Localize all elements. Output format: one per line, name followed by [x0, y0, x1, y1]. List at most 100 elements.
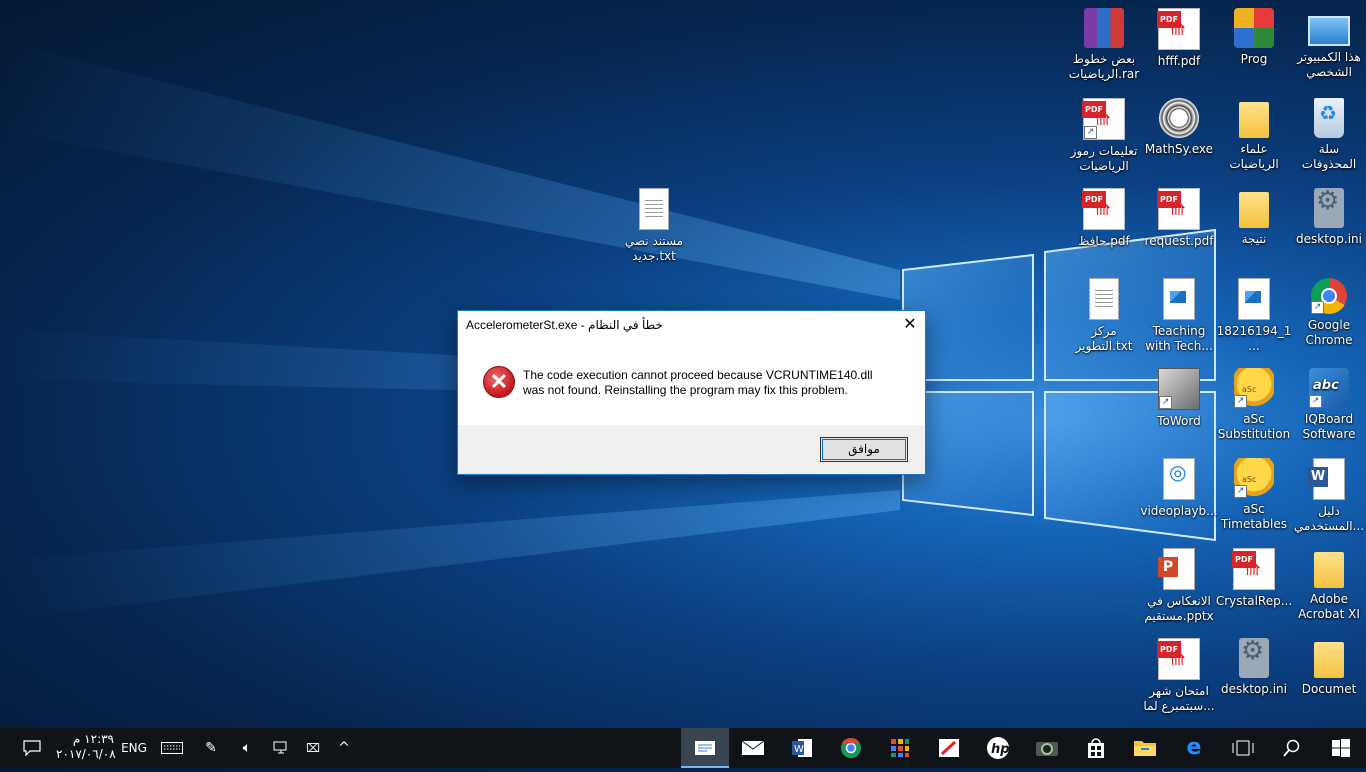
recycle-bin-icon — [1314, 98, 1344, 138]
desktop-icon-user-guide[interactable]: دليل المستخدمي... — [1290, 458, 1366, 534]
desktop-icon-desktop-ini-2[interactable]: desktop.ini — [1215, 638, 1293, 697]
chrome-icon[interactable] — [827, 728, 875, 768]
desktop-icon-label: desktop.ini — [1296, 232, 1362, 246]
image-file-icon — [1163, 278, 1195, 320]
volume-icon[interactable]: 🔈︎ — [232, 728, 262, 768]
store-icon[interactable] — [1072, 728, 1120, 768]
desktop-icon-label: Adobe Acrobat XI — [1298, 592, 1360, 621]
desktop-icon-google-chrome[interactable]: ↗ Google Chrome — [1290, 278, 1366, 348]
shortcut-arrow-icon: ↗ — [1311, 301, 1324, 314]
shortcut-arrow-icon: ↗ — [1309, 395, 1322, 408]
desktop-icon-asc-timetables[interactable]: ↗ aSc Timetables — [1215, 458, 1293, 532]
edge-icon[interactable]: e — [1170, 728, 1218, 768]
desktop-icon-label: request.pdf — [1144, 234, 1214, 248]
desktop-icon-label: hfff.pdf — [1157, 54, 1201, 68]
powerpoint-icon — [1158, 548, 1195, 590]
network-icon[interactable] — [266, 728, 296, 768]
camera-icon[interactable] — [1023, 728, 1071, 768]
desktop-icon-development-center-txt[interactable]: مركز التطوير.txt — [1065, 278, 1143, 354]
desktop-icon-label: مستند نصي جديد.txt — [624, 234, 684, 263]
notepad-icon[interactable] — [681, 728, 729, 768]
desktop-icon-new-text-document[interactable]: مستند نصي جديد.txt — [615, 188, 693, 264]
folder-icon — [1239, 192, 1269, 228]
mail-icon[interactable] — [729, 728, 777, 768]
desktop-icon-videoplayback[interactable]: videoplayb... — [1140, 458, 1218, 519]
desktop-icon-label: مركز التطوير.txt — [1075, 324, 1133, 353]
desktop-icon-label: 18216194_1... — [1216, 324, 1292, 353]
desktop-icon-label: بعض خطوط الرياضيات.rar — [1068, 52, 1140, 81]
desktop-icon-math-symbols-guide[interactable]: ↗ تعليمات رموز الرياضيات — [1065, 98, 1143, 174]
desktop-icon-label: Teaching with Tech... — [1145, 324, 1213, 353]
pdf-icon: ↗ — [1082, 98, 1125, 140]
clock-date: ٢٠١٧/٠٦/٠٨ — [56, 747, 116, 761]
desktop-icon-label: CrystalRep... — [1215, 594, 1293, 608]
desktop-icon-hfff-pdf[interactable]: hfff.pdf — [1140, 8, 1218, 69]
apps-grid-icon[interactable] — [876, 728, 924, 768]
desktop-icon-math-scholars[interactable]: علماء الرياضيات — [1215, 98, 1293, 172]
text-file-icon — [639, 188, 669, 230]
pdf-icon — [1157, 188, 1200, 230]
desktop-icon-exam-september[interactable]: امتحان شهر سبتمبرع لما... — [1140, 638, 1218, 714]
desktop-icon-prog[interactable]: Prog — [1215, 8, 1293, 67]
folder-icon — [1314, 642, 1344, 678]
desktop-icon-request-pdf[interactable]: request.pdf — [1140, 188, 1218, 249]
red-app-icon[interactable] — [925, 728, 973, 768]
settings-file-icon — [1314, 188, 1344, 228]
system-error-dialog: AccelerometerSt.exe - خطأ في النظام ✕ ✕ … — [457, 310, 926, 475]
desktop-icon-reflection-pptx[interactable]: الانعكاس في مستقيم.pptx — [1140, 548, 1218, 624]
desktop-icon-label: تعليمات رموز الرياضيات — [1070, 144, 1138, 173]
desktop-icon-asc-substitution[interactable]: ↗ aSc Substitution — [1215, 368, 1293, 442]
desktop-icon-label: الانعكاس في مستقيم.pptx — [1144, 594, 1214, 623]
desktop-icon-iqboard[interactable]: ↗ IQBoard Software — [1290, 368, 1366, 442]
start-icon[interactable] — [1317, 728, 1365, 768]
action-center-icon[interactable] — [14, 728, 50, 768]
task-view-icon[interactable] — [1219, 728, 1267, 768]
clock-time: ١٢:٣٩ م — [72, 732, 114, 746]
desktop-icon-desktop-ini[interactable]: desktop.ini — [1290, 188, 1366, 247]
pen-workspace-icon[interactable]: ✎ — [196, 728, 226, 768]
desktop-icon-result[interactable]: نتيجة — [1215, 188, 1293, 247]
pdf-icon — [1232, 548, 1275, 590]
desktop-icon-teaching-with-tech[interactable]: Teaching with Tech... — [1140, 278, 1218, 354]
taskbar: ١٢:٣٩ م ٢٠١٧/٠٦/٠٨ ENG ✎ 🔈︎ ⌧ ^ W hp e — [0, 728, 1366, 768]
computer-icon — [1308, 16, 1350, 46]
desktop-icon-label: Documet — [1301, 682, 1357, 696]
file-explorer-icon[interactable] — [1121, 728, 1169, 768]
clock[interactable]: ١٢:٣٩ م ٢٠١٧/٠٦/٠٨ — [56, 732, 116, 772]
asc-bell-icon: ↗ — [1234, 458, 1274, 498]
desktop-icon-hafez-pdf[interactable]: حافظ.pdf — [1065, 188, 1143, 249]
search-icon[interactable] — [1268, 728, 1316, 768]
desktop-icon-adobe-acrobat[interactable]: Adobe Acrobat XI — [1290, 548, 1366, 622]
shortcut-arrow-icon: ↗ — [1234, 485, 1247, 498]
shortcut-arrow-icon: ↗ — [1234, 395, 1247, 408]
desktop-icon-mathsy[interactable]: MathSy.exe — [1140, 98, 1218, 157]
hp-icon[interactable]: hp — [974, 728, 1022, 768]
program-icon — [1234, 8, 1274, 48]
desktop-icon-label: videoplayb... — [1140, 504, 1218, 518]
svg-text:hp: hp — [991, 742, 1010, 757]
show-hidden-icons-chevron-icon[interactable]: ^ — [330, 728, 358, 768]
desktop-icon-documet[interactable]: Documet — [1290, 638, 1366, 697]
desktop-icon-label: سلة المحذوفات — [1301, 142, 1357, 171]
desktop-icon-math-fonts-rar[interactable]: بعض خطوط الرياضيات.rar — [1065, 8, 1143, 82]
desktop-icon-label: IQBoard Software — [1302, 412, 1356, 441]
desktop-icon-this-pc[interactable]: هذا الكمبيوتر الشخصي — [1290, 8, 1366, 80]
word-icon[interactable]: W — [778, 728, 826, 768]
desktop-icon-label: Prog — [1240, 52, 1268, 66]
error-icon: ✕ — [483, 366, 515, 398]
desktop-icon-label: هذا الكمبيوتر الشخصي — [1297, 50, 1361, 79]
shortcut-arrow-icon: ↗ — [1084, 126, 1097, 139]
desktop-icon-label: حافظ.pdf — [1078, 234, 1130, 248]
desktop-icon-crystal-report[interactable]: CrystalRep... — [1215, 548, 1293, 609]
desktop-icon-label: دليل المستخدمي... — [1293, 504, 1365, 533]
input-language[interactable]: ENG — [118, 728, 150, 768]
desktop-icon-label: Google Chrome — [1305, 318, 1353, 347]
folder-icon — [1239, 102, 1269, 138]
close-button[interactable]: ✕ — [895, 311, 925, 339]
desktop-icon-recycle-bin[interactable]: سلة المحذوفات — [1290, 98, 1366, 172]
touch-keyboard-icon[interactable] — [156, 728, 188, 768]
desktop-icon-image-18216194[interactable]: 18216194_1... — [1215, 278, 1293, 354]
ok-button[interactable]: موافق — [820, 437, 908, 462]
desktop-icon-toword[interactable]: ↗ ToWord — [1140, 368, 1218, 429]
battery-unplugged-icon[interactable]: ⌧ — [298, 728, 328, 768]
